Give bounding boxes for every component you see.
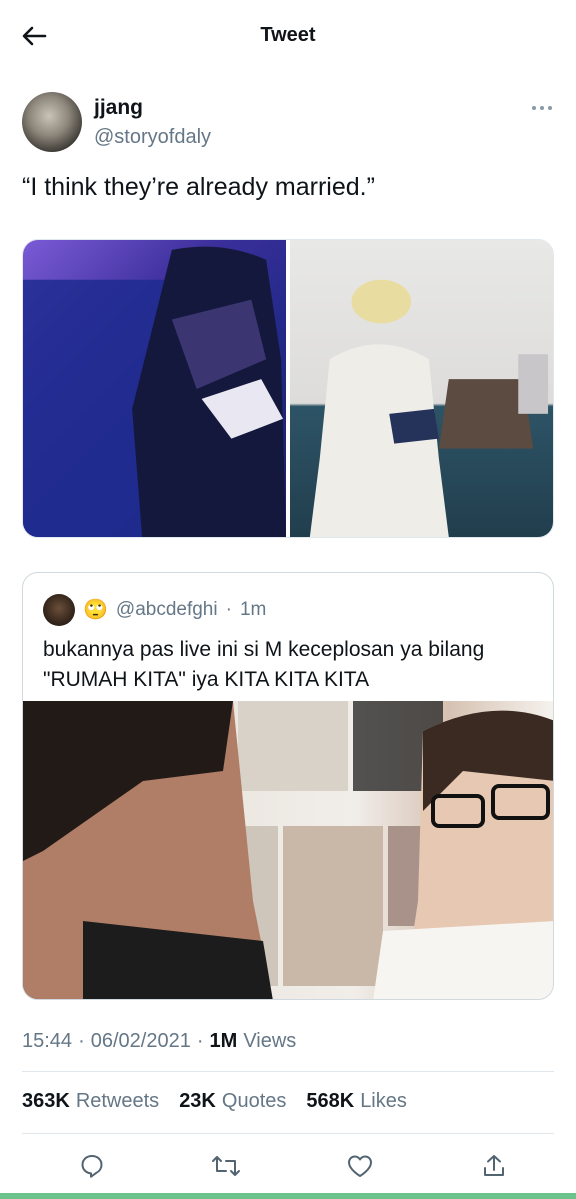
tweet-photo-2[interactable] [290, 240, 553, 537]
divider [22, 1071, 554, 1072]
author-handle[interactable]: @storyofdaly [94, 126, 211, 149]
stat-label: Quotes [221, 1090, 287, 1112]
bottom-edge-bar [0, 1193, 576, 1199]
top-bar: Tweet [0, 0, 576, 72]
tweet-actions [22, 1146, 554, 1186]
quote-header: 🙄 @abcdefghi · 1m [43, 594, 267, 626]
tweet-media [22, 239, 554, 538]
quote-handle: @abcdefghi [115, 599, 218, 620]
tweet-author: jjang @storyofdaly [22, 92, 556, 154]
avatar[interactable] [22, 92, 82, 152]
page-title: Tweet [260, 24, 316, 46]
tweet-time: 15:44 [22, 1030, 73, 1052]
quote-photo[interactable] [23, 701, 553, 999]
quote-avatar [43, 594, 75, 626]
author-name[interactable]: jjang [94, 96, 143, 120]
views-count: 1M [209, 1030, 238, 1052]
quote-time: 1m [239, 599, 267, 620]
quote-emoji: 🙄 [83, 599, 108, 621]
tweet-text: “I think they’re already married.” [22, 173, 375, 201]
tweet-date: 06/02/2021 [90, 1030, 191, 1052]
heart-icon [348, 1155, 372, 1177]
stat-label: Retweets [75, 1090, 160, 1112]
stat-number: 568K [306, 1090, 355, 1112]
share-icon [484, 1155, 504, 1176]
more-button[interactable] [528, 98, 556, 118]
meta-separator: · [196, 1030, 204, 1052]
tweet-photo-1[interactable] [23, 240, 286, 537]
tweet-stats: 363K Retweets 23K Quotes 568K Likes [22, 1090, 407, 1113]
likes-stat[interactable]: 568K Likes [306, 1090, 407, 1113]
reply-icon [81, 1155, 103, 1178]
meta-separator: · [78, 1030, 85, 1052]
retweet-button[interactable] [208, 1148, 244, 1184]
stat-label: Likes [360, 1090, 407, 1112]
more-horizontal-icon [532, 106, 552, 110]
quoted-tweet[interactable]: 🙄 @abcdefghi · 1m bukannya pas live ini … [22, 572, 554, 1000]
like-button[interactable] [342, 1148, 378, 1184]
quote-text: bukannya pas live ini si M keceplosan ya… [43, 638, 485, 691]
divider [22, 1133, 554, 1134]
share-button[interactable] [476, 1148, 512, 1184]
retweet-icon [212, 1156, 240, 1176]
tweet-meta: 15:44 · 06/02/2021 · 1M Views [22, 1030, 296, 1053]
views-label: Views [243, 1030, 297, 1052]
stat-number: 23K [179, 1090, 216, 1112]
retweets-stat[interactable]: 363K Retweets [22, 1090, 159, 1113]
reply-button[interactable] [74, 1148, 110, 1184]
quotes-stat[interactable]: 23K Quotes [179, 1090, 286, 1113]
quote-separator: · [225, 599, 232, 620]
stat-number: 363K [22, 1090, 70, 1112]
